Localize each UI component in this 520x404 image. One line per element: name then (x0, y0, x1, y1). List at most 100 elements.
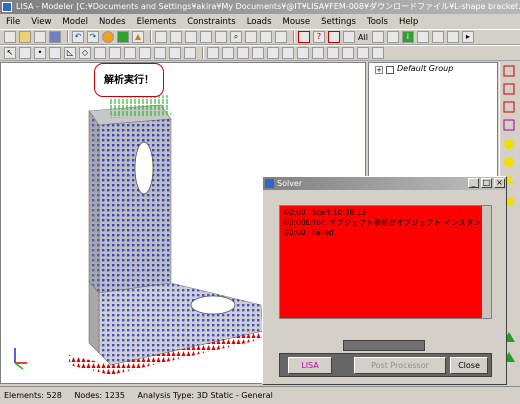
view-icon-5[interactable] (215, 31, 227, 43)
maximize-icon[interactable]: □ (481, 178, 492, 188)
axis-triad (14, 348, 27, 370)
view-icon-4[interactable] (200, 31, 212, 43)
mesh-icon-1[interactable] (207, 47, 219, 59)
pan-icon[interactable] (260, 31, 272, 43)
toolbar-scroll-icon[interactable]: ▸ (461, 31, 474, 43)
tri-icon[interactable]: ◺ (64, 47, 76, 59)
delete-icon[interactable] (372, 47, 384, 59)
beam-icon[interactable] (49, 47, 61, 59)
menu-loads[interactable]: Loads (247, 17, 272, 27)
line-icon[interactable] (19, 47, 31, 59)
status-bar: Elements: 528 Nodes: 1235 Analysis Type:… (0, 386, 520, 404)
shape-icon-1[interactable] (154, 47, 166, 59)
solver-log[interactable]: 00:00 Start 10:38:13 00:00 Error: オブジェクト… (279, 205, 492, 319)
mirror-icon[interactable] (342, 47, 354, 59)
mesh-icon-2[interactable] (222, 47, 234, 59)
log-row: 00:00 Failed (280, 228, 491, 238)
view-icon-2[interactable] (170, 31, 182, 43)
open-folder-icon[interactable] (19, 31, 31, 43)
info-icon[interactable]: i (401, 31, 414, 43)
menu-tools[interactable]: Tools (367, 17, 388, 27)
import-icon[interactable] (34, 31, 46, 43)
select-icon[interactable] (328, 31, 340, 43)
menu-settings[interactable]: Settings (321, 17, 356, 27)
vertical-plate (88, 104, 172, 294)
solver-app-icon (265, 179, 274, 188)
zoom-icon[interactable]: ⌕ (230, 31, 242, 43)
mesh-icon-4[interactable] (252, 47, 264, 59)
main-title-bar: LISA - Modeler [C:¥Documents and Setting… (0, 0, 520, 14)
log-row: 00:00 Start 10:38:13 (280, 208, 491, 218)
wedge-icon[interactable] (124, 47, 136, 59)
view-icon-1[interactable] (155, 31, 167, 43)
close-icon[interactable]: × (494, 178, 505, 188)
refine-icon[interactable] (282, 47, 294, 59)
pyramid-icon[interactable] (139, 47, 151, 59)
shape-icon-3[interactable] (184, 47, 196, 59)
menu-nodes[interactable]: Nodes (99, 17, 126, 27)
minimize-icon[interactable]: _ (468, 178, 479, 188)
view-icon-3[interactable] (185, 31, 197, 43)
extrude-icon[interactable] (297, 47, 309, 59)
callout-text: 解析実行！ (104, 75, 154, 86)
measure-icon[interactable] (275, 31, 287, 43)
run-analysis-callout: 解析実行！ (94, 63, 164, 97)
lisa-button[interactable]: LISA (288, 357, 332, 374)
node-icon[interactable] (343, 31, 355, 43)
hex-icon[interactable] (109, 47, 121, 59)
menu-model[interactable]: Model (62, 17, 88, 27)
copy-icon[interactable] (327, 47, 339, 59)
menu-constraints[interactable]: Constraints (187, 17, 236, 27)
log-message: Start 10:38:13 (312, 208, 367, 217)
select-all-dropdown[interactable]: All (358, 33, 368, 42)
move-icon[interactable] (312, 47, 324, 59)
save-icon[interactable] (49, 31, 61, 43)
menu-view[interactable]: View (31, 17, 51, 27)
menu-file[interactable]: File (6, 17, 20, 27)
redo-icon[interactable]: ↷ (87, 31, 99, 43)
log-message: Error: オブジェクト参照がオブジェクト インスタンスに設定されていません。 (305, 218, 491, 227)
post-processor-button[interactable]: Post Processor (354, 357, 446, 374)
node-add-icon[interactable]: • (34, 47, 46, 59)
cube-icon-1[interactable] (371, 31, 384, 43)
menu-help[interactable]: Help (399, 17, 418, 27)
warning-triangle-icon[interactable]: ▲ (132, 31, 144, 43)
solver-progress-bar (343, 340, 425, 351)
app-icon (2, 2, 12, 12)
cube-icon-2[interactable] (386, 31, 399, 43)
log-scrollbar[interactable] (482, 206, 491, 318)
solve-icon[interactable] (102, 31, 114, 43)
solver-dialog: Solver _ □ × 00:00 Start 10:38:13 00:00 … (262, 176, 507, 385)
new-file-icon[interactable] (4, 31, 16, 43)
log-row: 00:00 Error: オブジェクト参照がオブジェクト インスタンスに設定され… (280, 218, 491, 228)
log-time: 00:00 (284, 228, 306, 237)
mesh-icon-3[interactable] (237, 47, 249, 59)
cube-icon-4[interactable] (431, 31, 444, 43)
select-box-icon[interactable] (298, 31, 310, 43)
log-time: 00:00 (284, 218, 306, 227)
element-count: Elements: 528 (4, 391, 62, 400)
merge-icon[interactable] (357, 47, 369, 59)
menu-elements[interactable]: Elements (137, 17, 177, 27)
expand-icon[interactable]: + (375, 66, 383, 74)
toolbar-main: ↶ ↷ ▲ ⌕ ? All i ▸ (0, 29, 520, 45)
quad-icon[interactable]: ◇ (79, 47, 91, 59)
tet-icon[interactable] (94, 47, 106, 59)
menu-mouse[interactable]: Mouse (283, 17, 311, 27)
cube-icon-3[interactable] (416, 31, 429, 43)
undo-icon[interactable]: ↶ (72, 31, 84, 43)
equals-icon[interactable] (117, 31, 129, 43)
shape-icon-2[interactable] (169, 47, 181, 59)
close-button[interactable]: Close (450, 357, 488, 374)
tree-item-default-group[interactable]: Default Group (397, 64, 453, 73)
rotate-icon[interactable] (245, 31, 257, 43)
group-icon (386, 66, 394, 74)
solver-title: Solver (277, 179, 303, 188)
help-icon[interactable]: ? (313, 31, 325, 43)
solver-button-row: LISA Post Processor Close (279, 353, 492, 377)
analysis-type: Analysis Type: 3D Static - General (137, 391, 273, 400)
mesh-icon-5[interactable] (267, 47, 279, 59)
menu-bar: File View Model Nodes Elements Constrain… (0, 14, 520, 29)
pointer-icon[interactable]: ↖ (4, 47, 16, 59)
cube-icon-5[interactable] (446, 31, 459, 43)
